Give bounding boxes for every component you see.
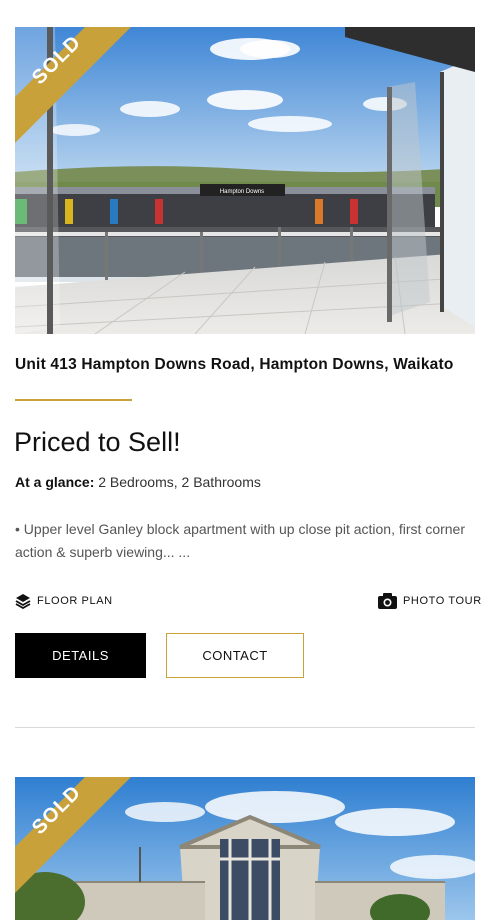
floor-plan-link[interactable]: FLOOR PLAN [15,592,113,610]
details-button[interactable]: DETAILS [15,633,146,678]
photo-tour-label: PHOTO TOUR [403,595,482,607]
at-a-glance: At a glance: 2 Bedrooms, 2 Bathrooms [15,474,261,490]
sold-ribbon: SOLD [15,777,145,907]
listing-description: • Upper level Ganley block apartment wit… [15,521,465,560]
contact-button[interactable]: CONTACT [166,633,304,678]
title-underline [15,399,132,401]
grandstand-sign: Hampton Downs [220,189,264,195]
glance-label: At a glance: [15,474,95,490]
camera-icon [378,593,397,609]
listing-photo[interactable]: SOLD [15,777,475,920]
photo-tour-link[interactable]: PHOTO TOUR [378,592,482,610]
floor-plan-label: FLOOR PLAN [37,595,113,607]
listing-address[interactable]: Unit 413 Hampton Downs Road, Hampton Dow… [15,356,485,374]
listing-photo[interactable]: Hampton Downs SOLD [15,27,475,334]
sold-ribbon: SOLD [15,27,145,157]
layers-icon [15,593,31,609]
listing-headline: Priced to Sell! [14,427,181,457]
glance-value: 2 Bedrooms, 2 Bathrooms [98,474,261,490]
listing-divider [15,727,475,728]
